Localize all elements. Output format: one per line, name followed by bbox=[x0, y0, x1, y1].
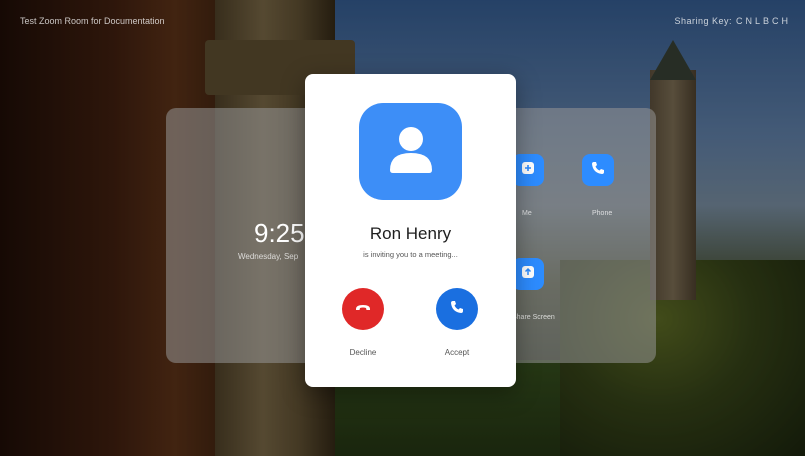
phone-icon bbox=[590, 160, 606, 181]
share-screen-icon bbox=[521, 265, 535, 284]
sharing-key-label: Sharing Key: bbox=[674, 16, 732, 26]
phone-tile[interactable] bbox=[582, 154, 614, 186]
phone-tile-label: Phone bbox=[592, 210, 613, 217]
zoom-room-screen: Test Zoom Room for Documentation Sharing… bbox=[0, 0, 805, 456]
clock-date: Wednesday, Sep bbox=[238, 252, 299, 261]
meet-tile-label: Me bbox=[522, 210, 532, 217]
actions-panel: Me Phone Share Screen bbox=[506, 108, 656, 363]
sharing-key-code: CNLBCH bbox=[735, 16, 791, 26]
plus-icon bbox=[521, 161, 535, 180]
caller-name: Ron Henry bbox=[369, 224, 452, 243]
clock-time: 9:25 bbox=[254, 218, 305, 248]
sharing-key: Sharing Key: CNLBCH bbox=[674, 16, 791, 26]
share-screen-tile[interactable] bbox=[512, 258, 544, 290]
decline-button[interactable] bbox=[342, 288, 384, 330]
hang-up-icon bbox=[354, 298, 372, 321]
meet-tile[interactable] bbox=[512, 154, 544, 186]
accept-button[interactable] bbox=[436, 288, 478, 330]
clock-panel: 9:25 Wednesday, Sep bbox=[166, 108, 316, 363]
person-icon bbox=[382, 120, 440, 183]
room-title: Test Zoom Room for Documentation bbox=[20, 16, 165, 26]
invite-message: is inviting you to a meeting... bbox=[363, 250, 458, 259]
caller-avatar bbox=[359, 103, 462, 200]
share-screen-tile-label: Share Screen bbox=[512, 314, 555, 321]
meeting-invite-dialog: Ron Henry is inviting you to a meeting..… bbox=[305, 74, 516, 387]
accept-label: Accept bbox=[444, 348, 470, 357]
decline-label: Decline bbox=[349, 348, 377, 357]
phone-icon bbox=[449, 299, 465, 320]
